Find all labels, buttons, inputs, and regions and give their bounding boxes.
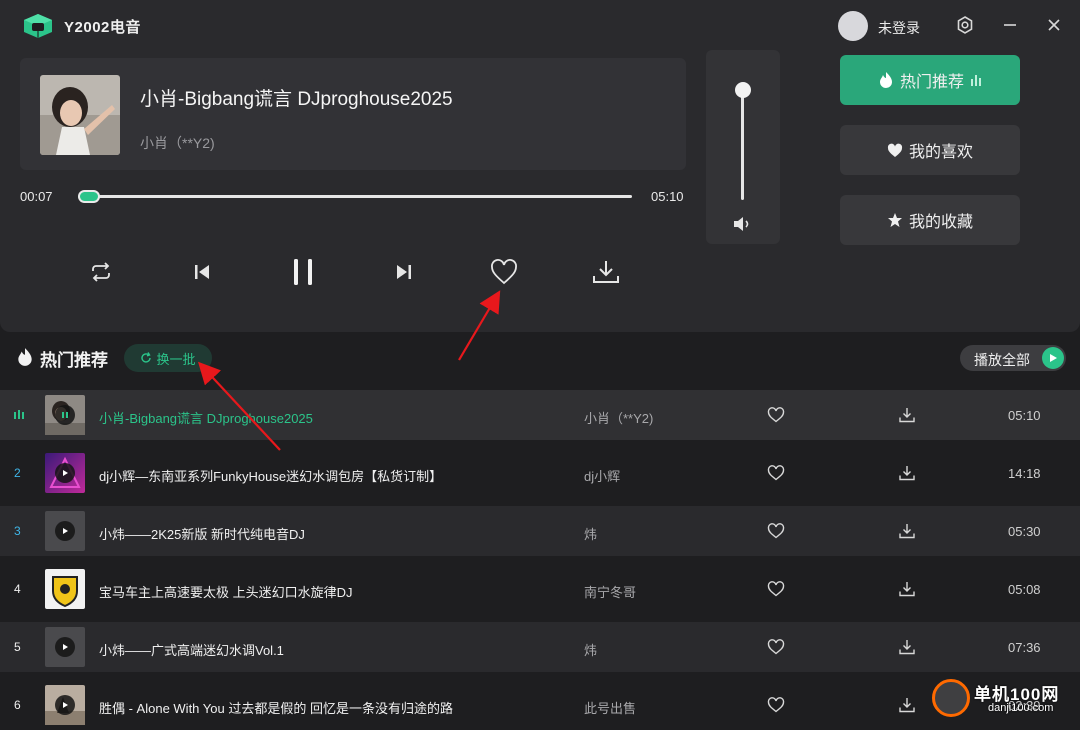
- watermark-url: danji100.com: [988, 702, 1054, 714]
- track-artist[interactable]: dj小辉: [584, 466, 620, 485]
- play-icon: [55, 637, 75, 657]
- table-row[interactable]: 4 宝马车主上高速要太极 上头迷幻口水旋律DJ 南宁冬哥 05:08: [0, 564, 1080, 614]
- table-row[interactable]: 6 胜偶 - Alone With You 过去都是假的 回忆是一条没有归途的路…: [0, 680, 1080, 730]
- track-duration: 07:36: [1008, 640, 1041, 655]
- play-icon: [55, 463, 75, 483]
- progress-handle[interactable]: [78, 190, 100, 203]
- login-status[interactable]: 未登录: [878, 18, 920, 38]
- play-all-label: 播放全部: [974, 352, 1030, 368]
- star-icon: [887, 213, 902, 227]
- sidebar-item-label: 我的收藏: [908, 214, 973, 231]
- song-artist[interactable]: 小肖（**Y2): [140, 133, 215, 153]
- refresh-batch-button[interactable]: 换一批: [124, 344, 212, 372]
- like-heart-icon[interactable]: [767, 465, 785, 481]
- current-time: 00:07: [20, 189, 53, 204]
- section-title: 热门推荐: [40, 351, 108, 370]
- play-icon: [55, 695, 75, 715]
- favorite-heart-icon[interactable]: [486, 254, 522, 290]
- like-heart-icon[interactable]: [767, 407, 785, 423]
- table-row[interactable]: 2 dj小辉—东南亚系列FunkyHouse迷幻水调包房【私货订制】 dj小辉 …: [0, 448, 1080, 498]
- track-title[interactable]: 小肖-Bigbang谎言 DJproghouse2025: [99, 408, 313, 427]
- repeat-mode-icon[interactable]: [83, 254, 119, 290]
- track-number: 3: [14, 524, 21, 538]
- settings-gear-icon[interactable]: [953, 13, 977, 37]
- sidebar-item-hot[interactable]: 热门推荐: [840, 55, 1020, 105]
- track-number: 5: [14, 640, 21, 654]
- heart-icon: [887, 143, 903, 157]
- now-playing-bars-icon: [14, 408, 30, 422]
- track-number: 4: [14, 582, 21, 596]
- volume-track[interactable]: [741, 84, 744, 200]
- album-cover[interactable]: [40, 75, 120, 155]
- download-icon[interactable]: [898, 581, 916, 597]
- like-heart-icon[interactable]: [767, 639, 785, 655]
- track-thumbnail[interactable]: [45, 569, 85, 609]
- song-title: 小肖-Bigbang谎言 DJproghouse2025: [140, 89, 453, 110]
- refresh-label: 换一批: [156, 351, 196, 367]
- progress-track[interactable]: [78, 195, 632, 198]
- sidebar-item-likes[interactable]: 我的喜欢: [840, 125, 1020, 175]
- close-icon[interactable]: [1042, 13, 1066, 37]
- avatar[interactable]: [838, 11, 868, 41]
- track-artist[interactable]: 炜: [584, 640, 597, 659]
- track-duration: 14:18: [1008, 466, 1041, 481]
- track-number: 2: [14, 466, 21, 480]
- track-duration: 05:30: [1008, 524, 1041, 539]
- like-heart-icon[interactable]: [767, 523, 785, 539]
- track-duration: 05:08: [1008, 582, 1041, 597]
- track-title[interactable]: 宝马车主上高速要太极 上头迷幻口水旋律DJ: [99, 582, 353, 601]
- minimize-icon[interactable]: [998, 13, 1022, 37]
- volume-handle[interactable]: [735, 81, 751, 98]
- total-time: 05:10: [651, 189, 684, 204]
- flame-icon: [879, 72, 892, 88]
- download-icon[interactable]: [898, 465, 916, 481]
- track-title[interactable]: 小炜——广式高端迷幻水调Vol.1: [99, 640, 284, 659]
- playing-indicator-icon: [55, 405, 75, 425]
- previous-track-icon[interactable]: [184, 254, 220, 290]
- track-artist[interactable]: 南宁冬哥: [584, 582, 636, 601]
- track-artist[interactable]: 小肖（**Y2): [584, 408, 653, 427]
- like-heart-icon[interactable]: [767, 581, 785, 597]
- sidebar-item-label: 热门推荐: [899, 74, 964, 91]
- sidebar-item-collection[interactable]: 我的收藏: [840, 195, 1020, 245]
- track-title[interactable]: dj小辉—东南亚系列FunkyHouse迷幻水调包房【私货订制】: [99, 466, 442, 485]
- volume-speaker-icon[interactable]: [732, 214, 754, 234]
- download-icon[interactable]: [898, 523, 916, 539]
- download-icon[interactable]: [898, 697, 916, 713]
- flame-icon: [16, 347, 34, 367]
- refresh-icon: [141, 352, 152, 363]
- pause-icon[interactable]: [285, 254, 321, 290]
- like-heart-icon[interactable]: [767, 697, 785, 713]
- track-title[interactable]: 胜偶 - Alone With You 过去都是假的 回忆是一条没有归途的路: [99, 698, 453, 717]
- sidebar-item-label: 我的喜欢: [908, 144, 973, 161]
- next-track-icon[interactable]: [386, 254, 422, 290]
- download-icon[interactable]: [898, 407, 916, 423]
- download-icon[interactable]: [588, 254, 624, 290]
- table-row[interactable]: 5 小炜——广式高端迷幻水调Vol.1 炜 07:36: [0, 622, 1080, 672]
- track-duration: 05:10: [1008, 408, 1041, 423]
- track-number: 6: [14, 698, 21, 712]
- track-artist[interactable]: 炜: [584, 524, 597, 543]
- equalizer-icon: [971, 75, 981, 86]
- play-all-button[interactable]: 播放全部: [960, 345, 1066, 371]
- watermark-logo-icon: [932, 679, 970, 717]
- track-title[interactable]: 小炜——2K25新版 新时代纯电音DJ: [99, 524, 305, 543]
- table-row[interactable]: 3 小炜——2K25新版 新时代纯电音DJ 炜 05:30: [0, 506, 1080, 556]
- table-row[interactable]: 小肖-Bigbang谎言 DJproghouse2025 小肖（**Y2) 05…: [0, 390, 1080, 440]
- download-icon[interactable]: [898, 639, 916, 655]
- track-artist[interactable]: 此号出售: [584, 698, 636, 717]
- app-title: Y2002电音: [64, 19, 141, 36]
- play-icon: [55, 521, 75, 541]
- play-icon: [1042, 347, 1064, 369]
- app-logo-icon: [20, 12, 56, 40]
